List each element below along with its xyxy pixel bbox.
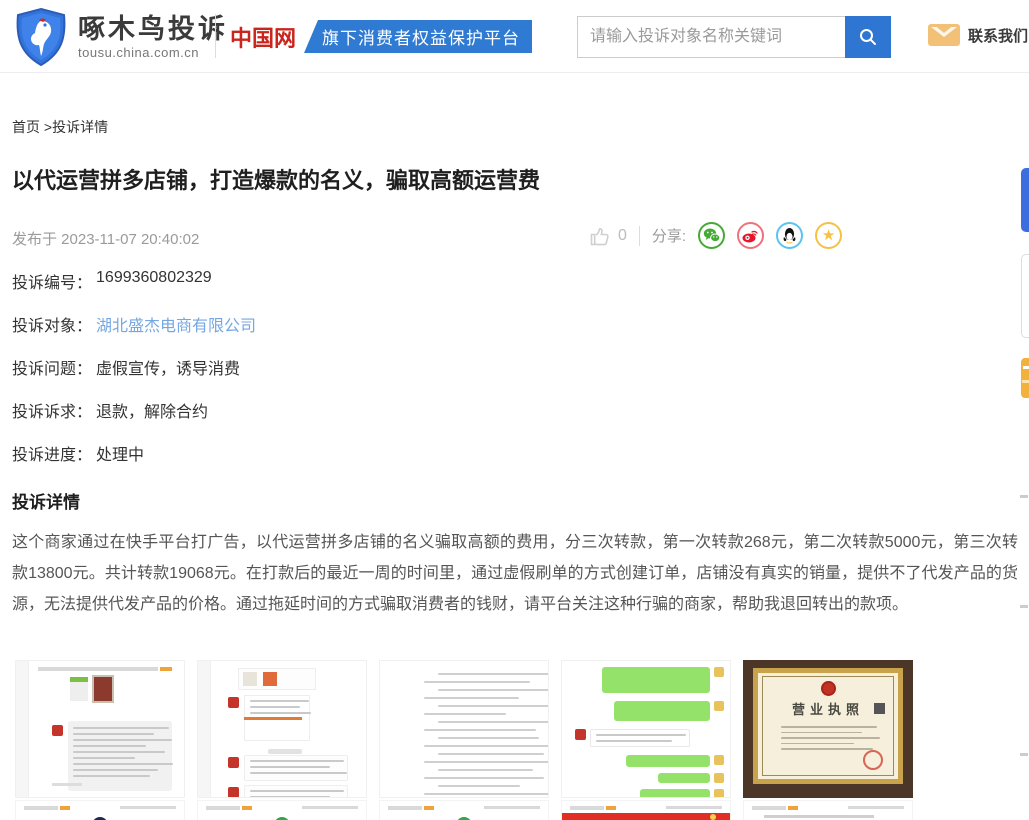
license-title: 营业执照 — [792, 699, 864, 718]
field-row-complaint-demand: 投诉诉求： 退款，解除合约 — [12, 398, 256, 441]
attachment-chat-screenshot-2[interactable] — [197, 660, 367, 798]
complaint-demand: 退款，解除合约 — [96, 398, 208, 422]
badge-tagline: 旗下消费者权益保护平台 — [304, 20, 532, 53]
page-title: 以代运营拼多店铺，打造爆款的名义，骗取高额运营费 — [12, 163, 540, 195]
china-net-badge: 中国网 旗下消费者权益保护平台 — [228, 20, 532, 53]
complaint-id: 1699360802329 — [96, 269, 212, 287]
edge-marker — [1020, 495, 1028, 498]
detail-text: 这个商家通过在快手平台打广告，以代运营拼多店铺的名义骗取高额的费用，分三次转款，… — [12, 527, 1018, 620]
avatar — [228, 697, 239, 708]
like-button[interactable]: 0 — [588, 224, 627, 248]
field-row-complaint-status: 投诉进度： 处理中 — [12, 441, 256, 484]
national-emblem-icon — [821, 681, 836, 696]
attachment-chat-screenshot-1[interactable] — [15, 660, 185, 798]
floating-sidebar-tab-yellow[interactable] — [1021, 358, 1029, 398]
search-input[interactable] — [577, 16, 845, 58]
complaint-target-link[interactable]: 湖北盛杰电商有限公司 — [96, 312, 256, 336]
share-weibo-button[interactable] — [737, 222, 764, 249]
share-label: 分享: — [652, 225, 686, 246]
attachment-thumbnails: 营业执照 — [15, 660, 925, 798]
field-row-complaint-id: 投诉编号： 1699360802329 — [12, 269, 256, 312]
avatar — [52, 725, 63, 736]
complaint-status: 处理中 — [96, 441, 144, 465]
red-stamp-icon — [863, 750, 883, 770]
weibo-icon — [742, 228, 759, 243]
complaint-fields: 投诉编号： 1699360802329 投诉对象： 湖北盛杰电商有限公司 投诉问… — [12, 269, 256, 484]
edge-marker — [1020, 753, 1028, 756]
field-row-complaint-target: 投诉对象： 湖北盛杰电商有限公司 — [12, 312, 256, 355]
field-label: 投诉编号： — [12, 269, 92, 293]
publish-date: 发布于 2023-11-07 20:40:02 — [12, 228, 199, 249]
attachment-thumbnail[interactable] — [743, 800, 913, 820]
detail-heading: 投诉详情 — [12, 488, 80, 513]
breadcrumb-separator: > — [40, 119, 52, 135]
header-divider — [215, 14, 216, 58]
attachment-business-license-photo[interactable]: 营业执照 — [743, 660, 913, 798]
site-domain: tousu.china.com.cn — [78, 45, 228, 60]
attachment-wechat-chat-screenshot[interactable] — [561, 660, 731, 798]
floating-sidebar-panel[interactable] — [1021, 254, 1029, 338]
edge-marker — [1020, 605, 1028, 608]
site-name: 啄木鸟投诉 — [78, 14, 228, 44]
qq-icon — [782, 227, 797, 244]
field-label: 投诉进度： — [12, 441, 92, 465]
field-label: 投诉问题： — [12, 355, 92, 379]
avatar — [228, 757, 239, 768]
search-button[interactable] — [845, 16, 891, 58]
like-count: 0 — [618, 227, 627, 245]
qr-code — [874, 703, 885, 714]
china-net-logo: 中国网 — [228, 20, 304, 53]
meta-divider — [639, 226, 640, 246]
contact-label: 联系我们: t — [968, 25, 1029, 46]
breadcrumb: 首页 >投诉详情 — [12, 117, 108, 137]
avatar — [228, 787, 239, 798]
header: 啄木鸟投诉 tousu.china.com.cn 中国网 旗下消费者权益保护平台… — [0, 0, 1029, 73]
envelope-icon — [928, 24, 960, 46]
wechat-icon — [703, 228, 720, 243]
search-icon — [858, 27, 878, 47]
complaint-issue: 虚假宣传，诱导消费 — [96, 355, 240, 379]
attachment-thumbnail[interactable] — [379, 800, 549, 820]
attachment-transfer-record-screenshot[interactable] — [379, 660, 549, 798]
attachment-thumbnail[interactable] — [197, 800, 367, 820]
attachment-thumbnails-row2 — [15, 800, 925, 820]
share-favorite-button[interactable]: ★ — [815, 222, 842, 249]
field-label: 投诉诉求： — [12, 398, 92, 422]
complaint-detail-page: 啄木鸟投诉 tousu.china.com.cn 中国网 旗下消费者权益保护平台… — [0, 0, 1029, 820]
field-label: 投诉对象： — [12, 312, 92, 336]
share-wechat-button[interactable] — [698, 222, 725, 249]
star-icon: ★ — [822, 228, 835, 243]
attachment-thumbnail[interactable] — [561, 800, 731, 820]
meta-row: 发布于 2023-11-07 20:40:02 0 分享: — [12, 222, 1017, 254]
search-bar — [577, 16, 891, 58]
woodpecker-shield-icon — [12, 7, 70, 67]
floating-sidebar-tab-blue[interactable] — [1021, 168, 1029, 232]
breadcrumb-home-link[interactable]: 首页 — [12, 119, 40, 135]
site-logo[interactable]: 啄木鸟投诉 tousu.china.com.cn — [12, 7, 228, 67]
avatar — [575, 729, 586, 740]
field-row-complaint-issue: 投诉问题： 虚假宣传，诱导消费 — [12, 355, 256, 398]
attachment-thumbnail[interactable] — [15, 800, 185, 820]
share-qq-button[interactable] — [776, 222, 803, 249]
contact-link[interactable]: 联系我们: t — [928, 24, 1029, 46]
thumb-up-icon — [588, 224, 612, 248]
breadcrumb-current: 投诉详情 — [52, 119, 108, 135]
